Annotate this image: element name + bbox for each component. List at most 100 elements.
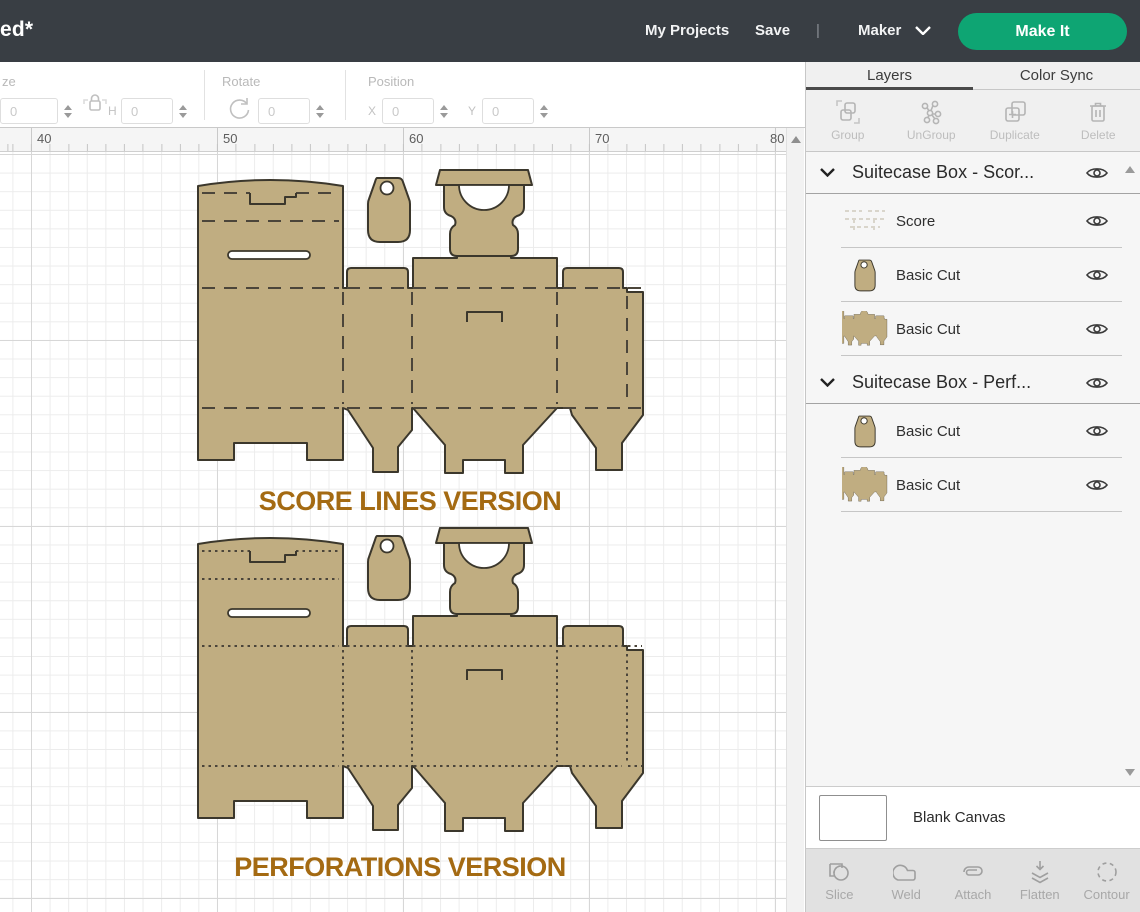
lock-aspect-icon[interactable] <box>82 92 108 112</box>
score-version-caption[interactable]: SCORE LINES VERSION <box>230 486 590 517</box>
eye-icon[interactable] <box>1086 423 1108 439</box>
delete-label: Delete <box>1080 128 1116 142</box>
toolbar-divider <box>345 70 346 120</box>
chevron-down-icon <box>915 26 932 35</box>
toolbar-divider <box>204 70 205 120</box>
weld-button[interactable]: Weld <box>873 849 940 912</box>
layer-label: Basic Cut <box>896 266 961 284</box>
machine-selector[interactable]: Maker <box>858 22 932 39</box>
width-stepper[interactable] <box>62 100 73 122</box>
list-scroll-down-arrow[interactable] <box>1125 769 1135 776</box>
nav-divider: | <box>816 22 820 39</box>
ruler-ticks <box>0 144 786 151</box>
weld-label: Weld <box>891 887 921 902</box>
group-button[interactable]: Group <box>806 90 890 151</box>
layer-group-header-perforations[interactable]: Suitecase Box - Perf... <box>806 362 1140 404</box>
slice-button[interactable]: Slice <box>806 849 873 912</box>
layer-label: Score <box>896 212 936 230</box>
height-input[interactable] <box>121 98 173 124</box>
layer-row-basic-cut-tag[interactable]: Basic Cut <box>806 404 1140 458</box>
layer-actions: Group UnGroup Duplicate Delete <box>806 90 1140 152</box>
eye-icon[interactable] <box>1086 213 1108 229</box>
tag-thumbnail <box>842 255 888 295</box>
box-thumbnail <box>842 309 888 349</box>
layer-label: Basic Cut <box>896 422 961 440</box>
position-x-input[interactable] <box>382 98 434 124</box>
machine-name: Maker <box>858 22 902 39</box>
document-title: ed* <box>0 18 34 41</box>
nav-save[interactable]: Save <box>755 22 790 39</box>
flatten-icon <box>1031 861 1049 884</box>
delete-button[interactable]: Delete <box>1057 90 1140 151</box>
group-label: Group <box>831 128 865 142</box>
eye-icon[interactable] <box>1086 375 1108 391</box>
layer-group-title: Suitecase Box - Perf... <box>852 372 1032 392</box>
panel-tabs: Layers Color Sync <box>806 62 1140 90</box>
eye-icon[interactable] <box>1086 267 1108 283</box>
score-thumbnail <box>842 201 888 241</box>
position-y-input[interactable] <box>482 98 534 124</box>
horizontal-ruler: 40 50 60 70 80 <box>0 128 786 152</box>
width-input[interactable] <box>0 98 58 124</box>
layer-group-header-score[interactable]: Suitecase Box - Scor... <box>806 152 1140 194</box>
height-label: H <box>108 104 117 118</box>
layer-label: Basic Cut <box>896 476 961 494</box>
chevron-down-icon[interactable] <box>820 168 835 177</box>
canvas-vertical-scrollbar[interactable] <box>786 128 838 912</box>
box-thumbnail <box>842 465 888 505</box>
scroll-up-arrow[interactable] <box>791 136 801 143</box>
layer-list: Suitecase Box - Scor... Score Basic Cut <box>806 152 1140 786</box>
tab-layers[interactable]: Layers <box>806 62 973 90</box>
bottom-action-bar: Slice Weld Attach Flatten Contour <box>806 848 1140 912</box>
attach-label: Attach <box>954 887 992 902</box>
height-stepper[interactable] <box>177 100 188 122</box>
layer-label: Basic Cut <box>896 320 961 338</box>
y-label: Y <box>468 104 477 118</box>
flatten-button[interactable]: Flatten <box>1006 849 1073 912</box>
rotate-input[interactable] <box>258 98 310 124</box>
attach-icon <box>963 866 983 876</box>
layer-group-title: Suitecase Box - Scor... <box>852 162 1035 182</box>
duplicate-icon <box>1004 101 1026 122</box>
contour-button[interactable]: Contour <box>1073 849 1140 912</box>
make-it-button[interactable]: Make It <box>958 13 1127 50</box>
contour-label: Contour <box>1083 887 1130 902</box>
blank-canvas-label: Blank Canvas <box>913 809 1006 826</box>
eye-icon[interactable] <box>1086 321 1108 337</box>
attach-button[interactable]: Attach <box>940 849 1007 912</box>
rotate-label: Rotate <box>222 74 261 89</box>
position-x-stepper[interactable] <box>438 100 449 122</box>
app-header: ed* My Projects Save | Maker Make It <box>0 0 1140 62</box>
perforations-version-caption[interactable]: PERFORATIONS VERSION <box>195 852 605 883</box>
rotate-stepper[interactable] <box>314 100 325 122</box>
group-icon <box>835 100 860 124</box>
canvas-color-swatch[interactable] <box>819 794 887 841</box>
design-canvas[interactable]: SCORE LINES VERSION PERFORATIONS VERSION <box>0 152 786 912</box>
layer-row-basic-cut-box[interactable]: Basic Cut <box>806 458 1140 512</box>
score-version-artwork[interactable] <box>197 169 644 474</box>
layer-row-basic-cut-box[interactable]: Basic Cut <box>806 302 1140 356</box>
ungroup-button[interactable]: UnGroup <box>890 90 974 151</box>
position-y-stepper[interactable] <box>538 100 549 122</box>
tag-thumbnail <box>842 411 888 451</box>
eye-icon[interactable] <box>1086 165 1108 181</box>
slice-icon <box>829 863 850 881</box>
list-scroll-up-arrow[interactable] <box>1125 166 1135 173</box>
x-label: X <box>368 104 377 118</box>
canvas-artwork <box>197 169 644 832</box>
blank-canvas-row: Blank Canvas <box>806 786 1140 848</box>
size-label: ze <box>2 74 16 89</box>
eye-icon[interactable] <box>1086 477 1108 493</box>
tab-color-sync[interactable]: Color Sync <box>973 62 1140 89</box>
rotate-icon[interactable] <box>226 96 252 122</box>
layer-row-basic-cut-tag[interactable]: Basic Cut <box>806 248 1140 302</box>
chevron-down-icon[interactable] <box>820 378 835 387</box>
contour-icon <box>1096 862 1117 882</box>
position-label: Position <box>368 74 415 89</box>
slice-label: Slice <box>825 887 854 902</box>
duplicate-button[interactable]: Duplicate <box>973 90 1057 151</box>
layer-row-score[interactable]: Score <box>806 194 1140 248</box>
nav-my-projects[interactable]: My Projects <box>645 22 729 39</box>
perforations-version-artwork[interactable] <box>197 527 644 832</box>
duplicate-label: Duplicate <box>989 128 1040 142</box>
